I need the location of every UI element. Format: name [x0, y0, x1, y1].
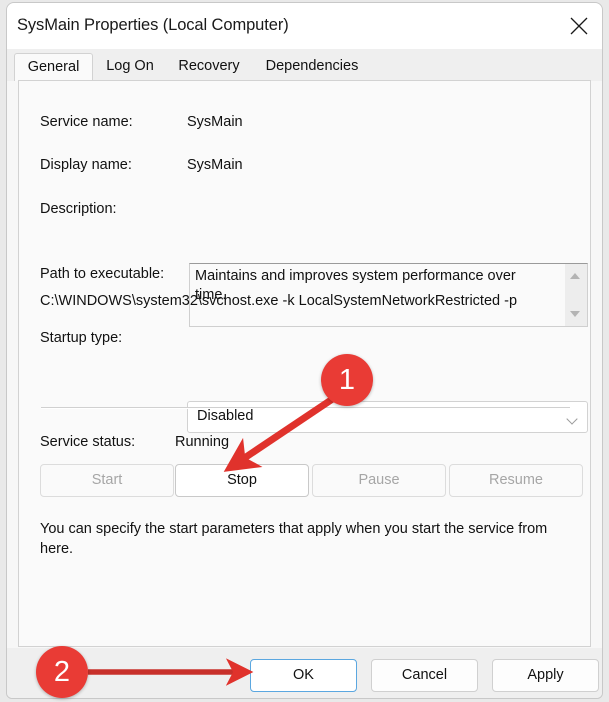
service-name-value: SysMain — [187, 114, 243, 130]
service-name-label: Service name: — [40, 114, 133, 130]
stop-button[interactable]: Stop — [175, 464, 309, 497]
startup-type-value: Disabled — [197, 408, 253, 424]
tab-general[interactable]: General — [14, 53, 93, 81]
description-scrollbar[interactable] — [565, 264, 587, 326]
scroll-up-icon[interactable] — [570, 273, 580, 279]
display-name-label: Display name: — [40, 157, 132, 173]
path-to-executable-value: C:\WINDOWS\system32\svchost.exe -k Local… — [40, 293, 517, 309]
startup-type-label: Startup type: — [40, 330, 122, 346]
tab-recovery[interactable]: Recovery — [165, 53, 253, 81]
tab-log-on[interactable]: Log On — [95, 53, 165, 81]
close-icon[interactable] — [556, 3, 602, 49]
service-status-value: Running — [175, 434, 229, 450]
properties-dialog: SysMain Properties (Local Computer) Gene… — [6, 2, 603, 699]
description-label: Description: — [40, 201, 117, 217]
apply-button[interactable]: Apply — [492, 659, 599, 692]
window-title: SysMain Properties (Local Computer) — [17, 16, 289, 35]
service-status-label: Service status: — [40, 434, 135, 450]
chevron-down-icon — [566, 413, 577, 424]
startup-type-select[interactable]: Disabled — [187, 401, 588, 433]
start-button[interactable]: Start — [40, 464, 174, 497]
annotation-badge-1: 1 — [321, 354, 373, 406]
pause-button[interactable]: Pause — [312, 464, 446, 497]
tab-dependencies[interactable]: Dependencies — [253, 53, 371, 81]
resume-button[interactable]: Resume — [449, 464, 583, 497]
divider — [41, 407, 570, 409]
start-parameters-hint: You can specify the start parameters tha… — [40, 519, 580, 559]
annotation-badge-2: 2 — [36, 646, 88, 698]
ok-button[interactable]: OK — [250, 659, 357, 692]
general-tab-panel: Service name: SysMain Display name: SysM… — [18, 80, 591, 647]
title-bar: SysMain Properties (Local Computer) — [7, 3, 602, 49]
dialog-footer: OK Cancel Apply — [7, 648, 602, 698]
display-name-value: SysMain — [187, 157, 243, 173]
scroll-down-icon[interactable] — [570, 311, 580, 317]
path-to-executable-label: Path to executable: — [40, 266, 164, 282]
cancel-button[interactable]: Cancel — [371, 659, 478, 692]
tab-strip: General Log On Recovery Dependencies — [7, 49, 602, 81]
